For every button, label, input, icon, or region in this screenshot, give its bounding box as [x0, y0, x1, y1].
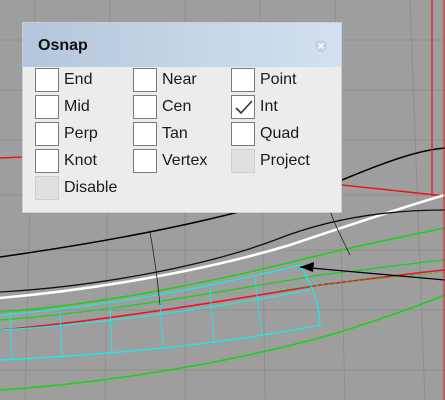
checkbox[interactable]	[231, 122, 255, 146]
option-label: Mid	[64, 98, 90, 115]
checkbox[interactable]	[35, 95, 59, 119]
option-label: Tan	[162, 125, 188, 142]
option-label: Near	[162, 71, 197, 88]
option-label: Knot	[64, 152, 97, 169]
checkbox[interactable]	[133, 122, 157, 146]
checkbox[interactable]	[231, 68, 255, 92]
checkbox-disabled[interactable]	[35, 176, 59, 200]
option-label: Cen	[162, 98, 192, 115]
option-label: Point	[260, 71, 297, 88]
option-label: Int	[260, 98, 278, 115]
checkbox[interactable]	[35, 122, 59, 146]
checkbox[interactable]	[35, 68, 59, 92]
checkbox[interactable]	[133, 149, 157, 173]
osnap-panel: Osnap End Near Point Mid Cen Int Perp Ta…	[22, 22, 342, 213]
checkbox-disabled[interactable]	[231, 149, 255, 173]
option-label: Disable	[64, 179, 118, 196]
checkbox-checked[interactable]	[231, 95, 255, 119]
option-label: End	[64, 71, 93, 88]
option-label: Vertex	[162, 152, 208, 169]
checkbox[interactable]	[133, 95, 157, 119]
checkbox[interactable]	[35, 149, 59, 173]
checkbox[interactable]	[133, 68, 157, 92]
option-label: Quad	[260, 125, 300, 142]
osnap-header[interactable]: Osnap	[23, 23, 341, 67]
option-label: Project	[260, 152, 310, 169]
option-label: Perp	[64, 125, 98, 142]
checkmark-icon	[235, 100, 253, 115]
panel-title: Osnap	[38, 37, 88, 54]
close-icon[interactable]	[315, 40, 327, 52]
